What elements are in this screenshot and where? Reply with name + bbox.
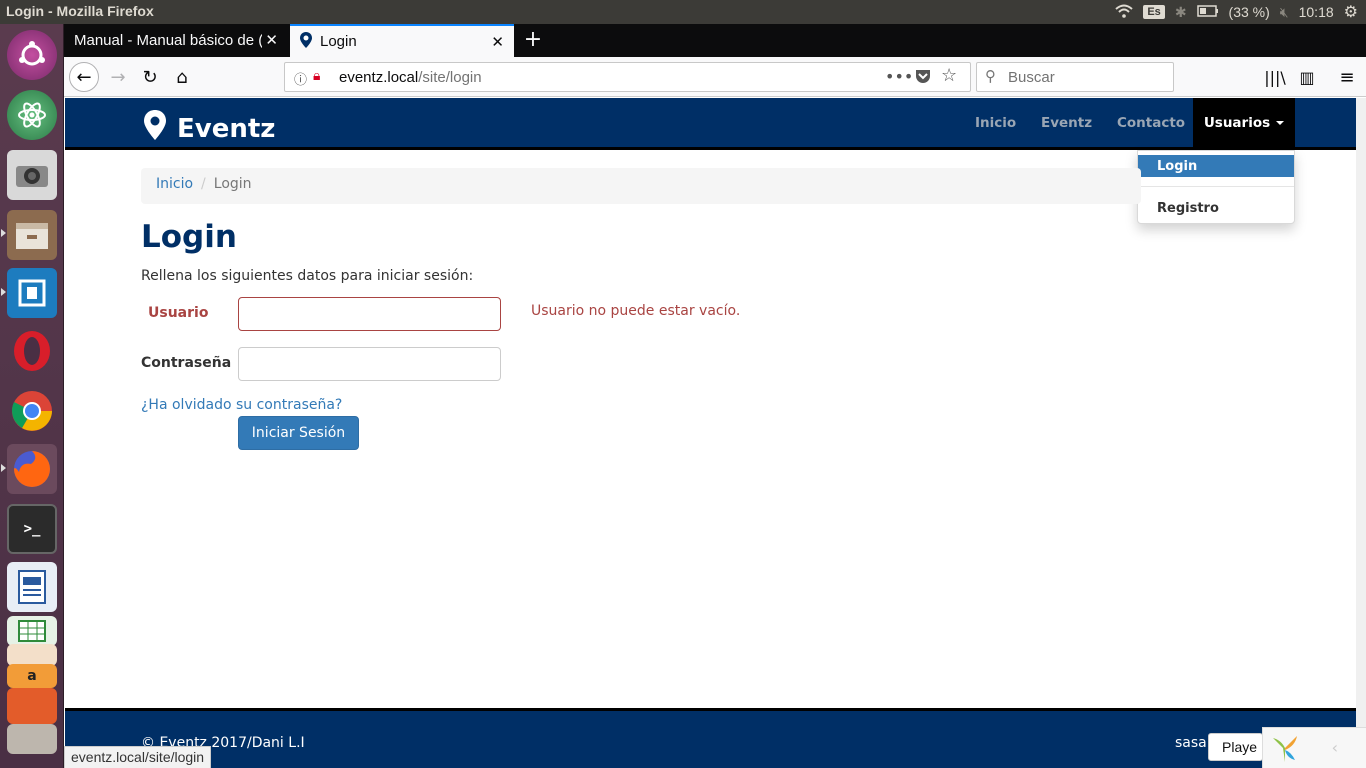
top-panel: Login - Mozilla Firefox Es ✱ (33 %) 🔇︎ 1… bbox=[0, 0, 1366, 24]
status-link-tooltip: eventz.local/site/login bbox=[64, 746, 212, 768]
tab-label: Login bbox=[320, 33, 357, 50]
library-icon[interactable]: |||\ bbox=[1260, 62, 1290, 92]
amazon-icon[interactable]: a bbox=[7, 664, 57, 688]
search-bar[interactable]: ⚲ Buscar bbox=[976, 62, 1174, 92]
battery-icon[interactable] bbox=[1196, 4, 1219, 20]
intro-text: Rellena los siguientes datos para inicia… bbox=[141, 268, 474, 284]
close-tab-icon[interactable]: ✕ bbox=[491, 33, 504, 51]
info-icon[interactable]: ⓘ bbox=[294, 69, 307, 88]
nav-inicio[interactable]: Inicio bbox=[975, 98, 1016, 147]
brand-name: Eventz bbox=[177, 113, 276, 144]
dropdown-item-registro[interactable]: Registro bbox=[1138, 197, 1294, 219]
forward-button[interactable]: → bbox=[103, 62, 133, 92]
impress-icon[interactable] bbox=[7, 644, 57, 666]
tab-login[interactable]: Login ✕ bbox=[290, 24, 514, 57]
map-pin-logo-icon bbox=[143, 109, 167, 148]
page-title: Login bbox=[141, 219, 237, 255]
collapse-toolbar-icon[interactable]: ‹ bbox=[1332, 738, 1338, 757]
bluetooth-icon[interactable]: ✱ bbox=[1175, 4, 1187, 21]
dropdown-item-login[interactable]: Login bbox=[1138, 155, 1294, 177]
password-label: Contraseña bbox=[141, 355, 232, 371]
breadcrumb: Inicio / Login bbox=[141, 168, 1141, 204]
system-tray: Es ✱ (33 %) 🔇︎ 10:18 ⚙ bbox=[1115, 0, 1358, 24]
writer-icon[interactable] bbox=[7, 562, 57, 612]
home-button[interactable]: ⌂ bbox=[167, 62, 197, 92]
nav-usuarios-dropdown[interactable]: Usuarios bbox=[1193, 98, 1295, 147]
navigation-toolbar: ← → ↻ ⌂ ⓘ 🔒︎ eventz.local/site/login •••… bbox=[64, 57, 1366, 97]
ubuntu-dash-icon[interactable] bbox=[7, 30, 57, 80]
sidebar-icon[interactable]: ▥ bbox=[1292, 62, 1322, 92]
url-text: eventz.local/site/login bbox=[339, 69, 482, 86]
opera-icon[interactable] bbox=[7, 326, 57, 376]
pocket-icon[interactable] bbox=[915, 68, 931, 88]
chrome-icon[interactable] bbox=[7, 386, 57, 436]
bookmark-star-icon[interactable]: ☆ bbox=[941, 65, 957, 86]
tab-label: Manual - Manual básico de ( bbox=[74, 32, 262, 49]
page-scrollbar[interactable] bbox=[1356, 98, 1366, 768]
username-label: Usuario bbox=[148, 305, 209, 321]
tab-manual[interactable]: Manual - Manual básico de ( ✕ bbox=[64, 24, 288, 57]
clock[interactable]: 10:18 bbox=[1299, 4, 1334, 20]
new-tab-button[interactable]: + bbox=[520, 27, 546, 53]
software-icon[interactable] bbox=[7, 688, 57, 724]
site-navbar: Eventz Inicio Eventz Contacto Usuarios bbox=[65, 98, 1356, 150]
yii-debug-toolbar[interactable]: ‹ bbox=[1262, 727, 1366, 768]
menu-icon[interactable]: ≡ bbox=[1332, 62, 1362, 92]
username-error-message: Usuario no puede estar vacío. bbox=[531, 303, 741, 319]
brand-link[interactable]: Eventz bbox=[143, 109, 275, 148]
volume-muted-icon[interactable]: 🔇︎ bbox=[1280, 4, 1289, 21]
breadcrumb-separator: / bbox=[201, 176, 206, 192]
footer-right-text: sasa bbox=[1175, 735, 1207, 751]
dropdown-divider bbox=[1138, 186, 1294, 187]
map-pin-icon bbox=[300, 31, 312, 52]
breadcrumb-current: Login bbox=[213, 176, 252, 192]
yii-logo-icon[interactable] bbox=[1269, 732, 1301, 768]
search-icon: ⚲ bbox=[985, 67, 996, 85]
url-bar[interactable]: ⓘ 🔒︎ eventz.local/site/login ••• ☆ bbox=[284, 62, 971, 92]
trash-icon[interactable] bbox=[7, 724, 57, 754]
files-icon[interactable] bbox=[7, 210, 57, 260]
close-tab-icon[interactable]: ✕ bbox=[265, 31, 278, 49]
firefox-icon[interactable] bbox=[7, 444, 57, 494]
nav-eventz[interactable]: Eventz bbox=[1041, 98, 1092, 147]
username-input[interactable] bbox=[238, 297, 501, 331]
debug-toolbar-tooltip: Playe bbox=[1208, 733, 1263, 761]
terminal-icon[interactable]: >_ bbox=[7, 504, 57, 554]
forgot-password-link[interactable]: ¿Ha olvidado su contraseña? bbox=[141, 397, 342, 413]
atom-icon[interactable] bbox=[7, 90, 57, 140]
camera-icon[interactable] bbox=[7, 150, 57, 200]
tab-bar: Manual - Manual básico de ( ✕ Login ✕ + bbox=[64, 24, 1366, 57]
calc-icon[interactable] bbox=[7, 616, 57, 646]
site-footer: © Eventz 2017/Dani L.I sasa bbox=[65, 708, 1356, 768]
login-submit-button[interactable]: Iniciar Sesión bbox=[238, 416, 359, 450]
settings-gear-icon[interactable]: ⚙ bbox=[1344, 2, 1358, 22]
battery-percentage: (33 %) bbox=[1228, 4, 1270, 20]
breadcrumb-home[interactable]: Inicio bbox=[156, 176, 193, 192]
password-input[interactable] bbox=[238, 347, 501, 381]
search-placeholder: Buscar bbox=[1008, 69, 1055, 86]
reload-button[interactable]: ↻ bbox=[135, 62, 165, 92]
caret-down-icon bbox=[1276, 120, 1285, 125]
nav-contacto[interactable]: Contacto bbox=[1117, 98, 1185, 147]
wifi-icon[interactable] bbox=[1115, 4, 1134, 21]
keyboard-layout-indicator[interactable]: Es bbox=[1143, 5, 1165, 19]
back-button[interactable]: ← bbox=[69, 62, 99, 92]
insecure-lock-icon[interactable]: 🔒︎ bbox=[313, 68, 320, 84]
page-actions-icon[interactable]: ••• bbox=[885, 67, 913, 86]
usuarios-dropdown-menu: Login Registro bbox=[1137, 150, 1295, 224]
web-page: Eventz Inicio Eventz Contacto Usuarios L… bbox=[65, 98, 1356, 768]
window-title: Login - Mozilla Firefox bbox=[6, 3, 154, 19]
brackets-icon[interactable] bbox=[7, 268, 57, 318]
launcher: >_ a bbox=[0, 24, 64, 768]
